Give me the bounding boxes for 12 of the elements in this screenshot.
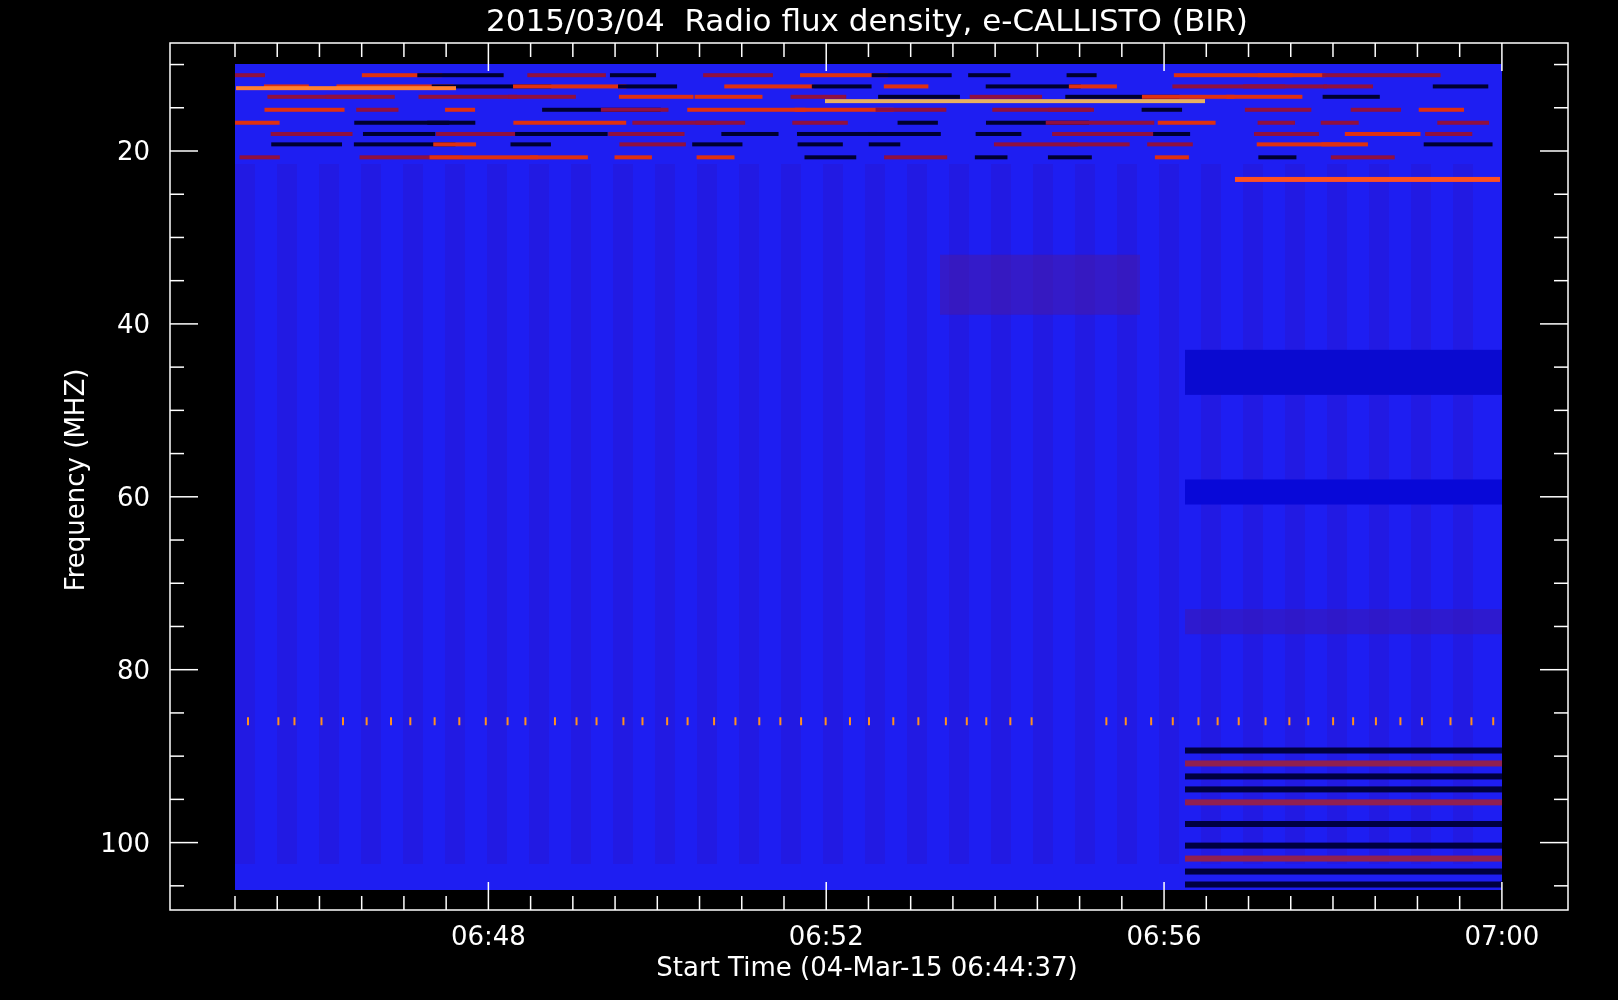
x-axis-label: Start Time (04-Mar-15 06:44:37) (656, 952, 1078, 982)
x-tick-label: 07:00 (1464, 921, 1540, 951)
x-tick-label: 06:56 (1126, 921, 1202, 951)
y-tick-label: 100 (100, 827, 150, 858)
y-tick-label: 20 (116, 136, 150, 166)
y-axis-label: Frequency (MHZ) (60, 368, 90, 592)
x-tick-label: 06:48 (450, 921, 526, 951)
y-tick-label: 60 (116, 481, 150, 512)
y-tick-label: 40 (116, 308, 150, 339)
y-tick-label: 80 (116, 654, 150, 685)
chart-title: 2015/03/04 Radio flux density, e-CALLISTO (BIR) (486, 2, 1248, 38)
x-tick-label: 06:52 (788, 921, 864, 951)
